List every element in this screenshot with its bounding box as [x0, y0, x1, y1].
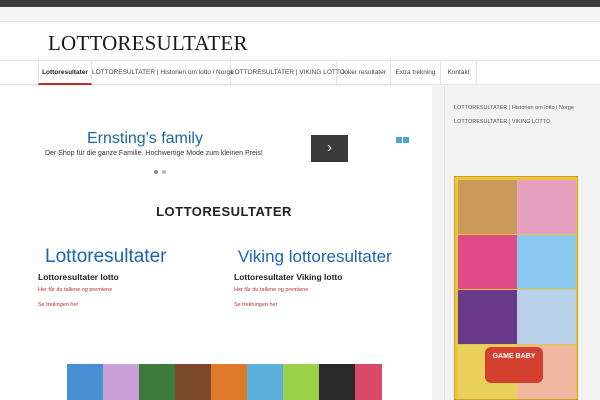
game-baby-logo[interactable]: GAME BABY: [485, 347, 543, 383]
game-thumbnail[interactable]: [517, 235, 576, 289]
nav-item-extra-trekning[interactable]: Extra trekning: [391, 61, 441, 85]
ad-next-button[interactable]: ›: [311, 135, 348, 162]
game-thumbnail[interactable]: [67, 364, 103, 400]
main-nav: Lottoresultater LOTTORESULTATER | Histor…: [0, 60, 600, 85]
game-thumbnail[interactable]: [517, 290, 576, 344]
viking-column: Viking lottoresultater Lottoresultater V…: [234, 246, 434, 308]
game-thumbnail[interactable]: [103, 364, 139, 400]
game-thumbnail[interactable]: [458, 235, 517, 289]
viking-heading: Lottoresultater Viking lotto: [234, 272, 343, 282]
sidebar: LOTTORESULTATER | Historien om lotto i N…: [444, 86, 600, 400]
viking-draw-link[interactable]: Se trekningen her: [234, 302, 434, 308]
game-thumbnail[interactable]: [319, 364, 355, 400]
lotto-heading: Lottoresultater lotto: [38, 272, 119, 282]
page-title: LOTTORESULTATER: [156, 204, 292, 219]
game-thumbnail[interactable]: [175, 364, 211, 400]
game-thumbnail[interactable]: [211, 364, 247, 400]
site-logo[interactable]: LOTTORESULTATER: [48, 31, 248, 56]
main-content: Ernsting's family Der Shop für die ganze…: [0, 86, 432, 400]
game-thumbnail[interactable]: [139, 364, 175, 400]
sidebar-link-viking[interactable]: LOTTORESULTATER | VIKING LOTTO: [454, 118, 594, 127]
viking-prizes-link[interactable]: Her får du tallene og premiene: [234, 287, 434, 293]
games-ad-strip[interactable]: [67, 364, 382, 400]
game-thumbnail[interactable]: [458, 180, 517, 234]
lotto-logo[interactable]: Lottoresultater: [45, 246, 238, 268]
ad-dot[interactable]: [162, 170, 166, 174]
viking-logo[interactable]: Viking lottoresultater: [238, 246, 434, 268]
game-thumbnail[interactable]: [458, 290, 517, 344]
nav-item-lottoresultater[interactable]: Lottoresultater: [38, 61, 92, 85]
sidebar-games-ad[interactable]: GAME BABY: [454, 176, 578, 400]
lotto-column: Lottoresultater Lottoresultater lotto He…: [38, 246, 238, 308]
lotto-draw-link[interactable]: Se trekingen her: [38, 302, 238, 308]
lotto-prizes-link[interactable]: Her får du tallene og premiene: [38, 287, 238, 293]
sidebar-links: LOTTORESULTATER | Historien om lotto i N…: [454, 104, 594, 132]
game-thumbnail[interactable]: [517, 180, 576, 234]
ad-pagination[interactable]: [154, 161, 170, 179]
nav-item-kontakt[interactable]: Kontakt: [441, 61, 477, 85]
ad-choices-icon[interactable]: [396, 130, 410, 143]
ad-dot[interactable]: [154, 170, 158, 174]
ad-title[interactable]: Ernsting's family: [87, 130, 203, 148]
site-header: LOTTORESULTATER: [0, 22, 600, 60]
game-thumbnail[interactable]: [355, 364, 382, 400]
game-thumbnail[interactable]: [283, 364, 319, 400]
ad-text[interactable]: Der Shop für die ganze Familie. Hochwert…: [45, 150, 263, 157]
nav-item-historien[interactable]: LOTTORESULTATER | Historien om lotto i N…: [92, 61, 234, 85]
sidebar-link-historien[interactable]: LOTTORESULTATER | Historien om lotto i N…: [454, 104, 594, 113]
nav-item-joker[interactable]: Joker resultater: [337, 61, 391, 85]
nav-item-viking-lotto[interactable]: LOTTORESULTATER | VIKING LOTTO: [231, 61, 345, 85]
sub-bar: [0, 7, 600, 22]
game-thumbnail[interactable]: [247, 364, 283, 400]
top-bar: [0, 0, 600, 7]
ad-banner[interactable]: Ernsting's family Der Shop für die ganze…: [40, 128, 412, 174]
